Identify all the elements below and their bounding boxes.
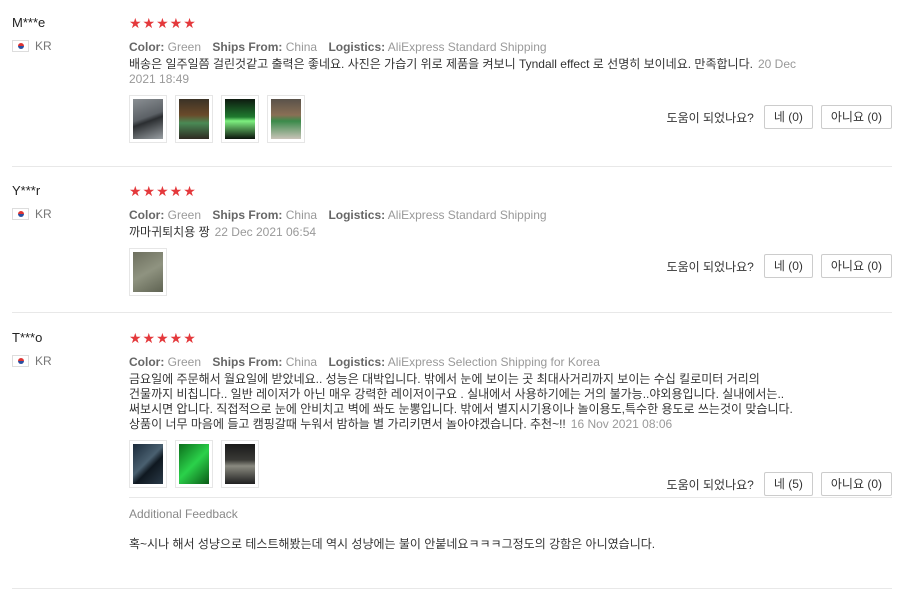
- helpful-vote: 도움이 되었나요? 네 (0) 아니요 (0): [667, 105, 892, 129]
- country-code: KR: [35, 354, 52, 368]
- review-photo[interactable]: [267, 95, 305, 143]
- review-sku-info: Color: Green Ships From: China Logistics…: [129, 40, 892, 54]
- additional-feedback-title: Additional Feedback: [129, 507, 238, 521]
- star-rating: ★★★★★: [129, 15, 197, 31]
- review-sku-info: Color: Green Ships From: China Logistics…: [129, 355, 892, 369]
- reviewer-info: T***o KR: [12, 328, 129, 588]
- star-rating: ★★★★★: [129, 330, 197, 346]
- korea-flag-icon: [12, 208, 29, 220]
- helpful-yes-button[interactable]: 네 (0): [763, 105, 813, 129]
- review-item: T***o KR ★★★★★ Color: Green Ships From: …: [12, 313, 892, 589]
- color-label: Color:: [129, 208, 165, 222]
- review-date: 16 Nov 2021 08:06: [570, 417, 673, 431]
- review-photo[interactable]: [129, 95, 167, 143]
- review-photo[interactable]: [129, 248, 167, 296]
- review-text: 금요일에 주문해서 월요일에 받았네요.. 성능은 대박입니다. 밖에서 눈에 …: [129, 372, 793, 431]
- review-content: ★★★★★ Color: Green Ships From: China Log…: [129, 13, 892, 166]
- review-content: ★★★★★ Color: Green Ships From: China Log…: [129, 328, 892, 588]
- helpful-label: 도움이 되었나요?: [666, 259, 754, 274]
- review-item: Y***r KR ★★★★★ Color: Green Ships From: …: [12, 167, 892, 313]
- reviewer-name: M***e: [12, 15, 46, 30]
- logistics-label: Logistics:: [328, 208, 386, 222]
- logistics-value: AliExpress Standard Shipping: [387, 208, 547, 222]
- additional-feedback: Additional Feedback 혹~시나 해서 성냥으로 테스트해봤는데…: [129, 497, 892, 552]
- color-label: Color:: [129, 355, 165, 369]
- review-date: 22 Dec 2021 06:54: [214, 225, 317, 239]
- color-label: Color:: [129, 40, 165, 54]
- review-photo[interactable]: [175, 440, 213, 488]
- country-code: KR: [35, 207, 52, 221]
- logistics-value: AliExpress Selection Shipping for Korea: [387, 355, 600, 369]
- helpful-yes-button[interactable]: 네 (0): [763, 254, 813, 278]
- reviewer-name: T***o: [12, 330, 43, 345]
- ships-label: Ships From:: [212, 208, 283, 222]
- review-text-block: 금요일에 주문해서 월요일에 받았네요.. 성능은 대박입니다. 밖에서 눈에 …: [129, 372, 799, 432]
- logistics-label: Logistics:: [328, 40, 386, 54]
- helpful-label: 도움이 되었나요?: [666, 477, 754, 492]
- review-text: 배송은 일주일쯤 걸린것같고 출력은 좋네요. 사진은 가습기 위로 제품을 켜…: [129, 57, 753, 71]
- logistics-value: AliExpress Standard Shipping: [387, 40, 547, 54]
- ships-label: Ships From:: [212, 40, 283, 54]
- ships-value: China: [285, 208, 318, 222]
- helpful-no-button[interactable]: 아니요 (0): [820, 472, 892, 496]
- helpful-no-button[interactable]: 아니요 (0): [820, 254, 892, 278]
- star-rating: ★★★★★: [129, 183, 197, 199]
- review-sku-info: Color: Green Ships From: China Logistics…: [129, 208, 892, 222]
- review-text-block: 까마귀퇴치용 짱 22 Dec 2021 06:54: [129, 225, 799, 240]
- country-code: KR: [35, 39, 52, 53]
- review-photo[interactable]: [221, 95, 259, 143]
- helpful-label: 도움이 되었나요?: [666, 110, 754, 125]
- review-photo[interactable]: [221, 440, 259, 488]
- reviewer-country: KR: [12, 207, 129, 221]
- review-photo[interactable]: [175, 95, 213, 143]
- logistics-label: Logistics:: [328, 355, 386, 369]
- review-content: ★★★★★ Color: Green Ships From: China Log…: [129, 181, 892, 312]
- review-text: 까마귀퇴치용 짱: [129, 225, 210, 239]
- helpful-vote: 도움이 되었나요? 네 (5) 아니요 (0): [667, 472, 892, 496]
- korea-flag-icon: [12, 40, 29, 52]
- reviewer-info: Y***r KR: [12, 181, 129, 312]
- reviews-list: M***e KR ★★★★★ Color: Green Ships From: …: [0, 0, 900, 589]
- helpful-no-button[interactable]: 아니요 (0): [820, 105, 892, 129]
- additional-feedback-text: 혹~시나 해서 성냥으로 테스트해봤는데 역시 성냥에는 불이 안붙네요ㅋㅋㅋ그…: [129, 537, 656, 551]
- helpful-yes-button[interactable]: 네 (5): [763, 472, 813, 496]
- reviewer-info: M***e KR: [12, 13, 129, 166]
- korea-flag-icon: [12, 355, 29, 367]
- color-value: Green: [167, 208, 202, 222]
- reviewer-country: KR: [12, 354, 129, 368]
- helpful-vote: 도움이 되었나요? 네 (0) 아니요 (0): [667, 254, 892, 278]
- ships-label: Ships From:: [212, 355, 283, 369]
- color-value: Green: [167, 40, 202, 54]
- reviewer-country: KR: [12, 39, 129, 53]
- color-value: Green: [167, 355, 202, 369]
- review-photo[interactable]: [129, 440, 167, 488]
- reviewer-name: Y***r: [12, 183, 41, 198]
- review-item: M***e KR ★★★★★ Color: Green Ships From: …: [12, 0, 892, 167]
- review-text-block: 배송은 일주일쯤 걸린것같고 출력은 좋네요. 사진은 가습기 위로 제품을 켜…: [129, 57, 799, 87]
- ships-value: China: [285, 40, 318, 54]
- ships-value: China: [285, 355, 318, 369]
